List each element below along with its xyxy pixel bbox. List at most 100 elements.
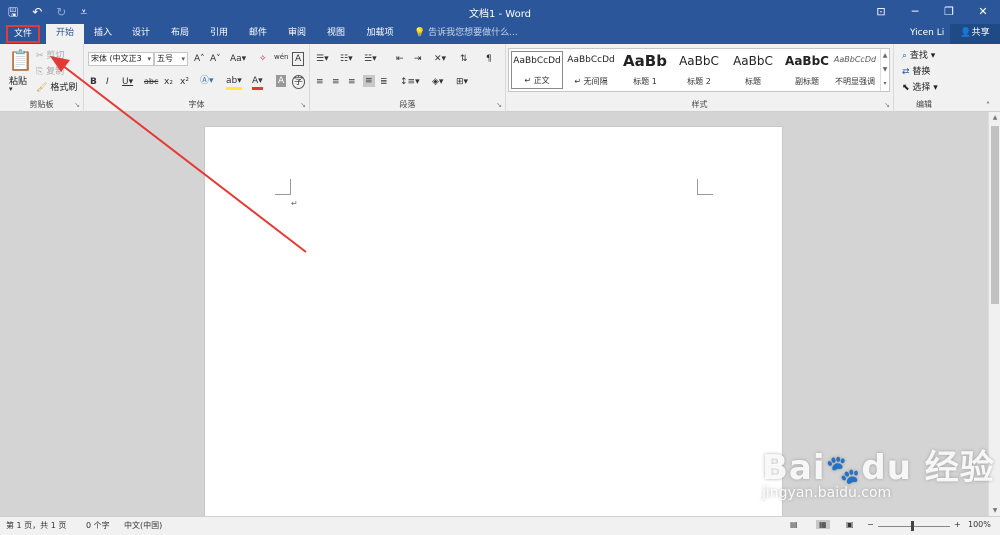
style-sample: AaBbC [679, 54, 719, 68]
read-mode-icon[interactable]: ▤ [790, 520, 798, 529]
underline-icon[interactable]: U▾ [122, 76, 133, 88]
chinese-layout-icon[interactable]: ✕▾ [434, 53, 446, 65]
styles-launcher-icon[interactable]: ↘ [884, 101, 890, 109]
tab-references[interactable]: 引用 [204, 24, 234, 44]
tell-me-box[interactable]: 💡 告诉我您想要做什么... [414, 24, 518, 44]
select-button[interactable]: ⬉ 选择 ▾ [902, 80, 938, 93]
paste-dropdown-icon[interactable]: ▾ [9, 85, 13, 93]
bullets-icon[interactable]: ☰▾ [316, 53, 329, 65]
align-center-icon[interactable]: ≡ [332, 76, 340, 88]
word-count[interactable]: 0 个字 [86, 520, 110, 531]
zoom-in-icon[interactable]: + [954, 520, 961, 529]
web-layout-icon[interactable]: ▣ [846, 520, 854, 529]
baidu-logo: Bai🐾du 经验 [762, 448, 995, 488]
enclose-char-icon[interactable]: 字 [292, 75, 305, 89]
zoom-slider[interactable] [878, 526, 950, 527]
tab-insert[interactable]: 插入 [88, 24, 118, 44]
numbering-icon[interactable]: ☷▾ [340, 53, 353, 65]
collapse-ribbon-icon[interactable]: ˄ [986, 100, 990, 112]
borders-icon[interactable]: ⊞▾ [456, 76, 468, 88]
char-shading-icon[interactable]: A [276, 75, 287, 87]
char-border-icon[interactable]: A [292, 52, 305, 66]
copy-button[interactable]: ⎘ 复制 [36, 64, 64, 77]
zoom-thumb[interactable] [911, 521, 914, 531]
share-button[interactable]: 👤共享 [950, 24, 1000, 44]
styles-more-icon[interactable]: ▾ [881, 77, 889, 91]
shrink-font-icon[interactable]: A˅ [210, 53, 221, 65]
cursor-icon: ⬉ [902, 83, 910, 93]
highlight-icon[interactable]: ab▾ [226, 75, 242, 90]
font-color-icon[interactable]: A▾ [252, 75, 263, 90]
font-size-combo[interactable]: 五号 ▾ [154, 52, 188, 66]
justify-icon[interactable]: ≡ [363, 75, 375, 87]
replace-button[interactable]: ⇄ 替换 [902, 64, 930, 77]
increase-indent-icon[interactable]: ⇥ [414, 53, 422, 65]
sort-icon[interactable]: ⇅ [460, 53, 468, 65]
styles-down-icon[interactable]: ▼ [881, 63, 889, 77]
scroll-up-icon[interactable]: ▲ [989, 114, 1000, 121]
status-bar: 第 1 页，共 1 页 0 个字 中文(中国) ▤ ▦ ▣ − + 100% [0, 516, 1000, 535]
distributed-icon[interactable]: ≣ [380, 76, 388, 88]
change-case-icon[interactable]: Aa▾ [230, 53, 246, 65]
decrease-indent-icon[interactable]: ⇤ [396, 53, 404, 65]
text-effects-icon[interactable]: Ⓐ▾ [200, 75, 214, 87]
multilevel-list-icon[interactable]: ☱▾ [364, 53, 377, 65]
strikethrough-icon[interactable]: abc [144, 76, 158, 88]
font-size-dropdown-icon: ▾ [181, 55, 185, 63]
tab-design[interactable]: 设计 [126, 24, 156, 44]
clipboard-launcher-icon[interactable]: ↘ [74, 101, 80, 109]
page-count[interactable]: 第 1 页，共 1 页 [6, 520, 66, 531]
print-layout-icon[interactable]: ▦ [816, 520, 830, 529]
zoom-level[interactable]: 100% [968, 520, 991, 529]
bold-icon[interactable]: B [90, 76, 97, 88]
scroll-thumb[interactable] [991, 126, 999, 304]
phonetic-guide-icon[interactable]: wén [274, 51, 288, 63]
tab-view[interactable]: 视图 [321, 24, 351, 44]
close-button[interactable]: ✕ [966, 0, 1000, 24]
style-no-spacing[interactable]: AaBbCcDd ↵ 无间隔 [565, 51, 617, 89]
align-right-icon[interactable]: ≡ [348, 76, 356, 88]
paste-icon[interactable]: 📋 [8, 48, 33, 72]
minimize-button[interactable]: ─ [898, 0, 932, 24]
show-marks-icon[interactable]: ¶ [486, 53, 492, 65]
style-sample: AaBbCcDd [513, 56, 561, 66]
style-subtle-emphasis[interactable]: AaBbCcDd 不明显强调 [829, 51, 881, 89]
scroll-down-icon[interactable]: ▼ [989, 507, 1000, 514]
grow-font-icon[interactable]: A˄ [194, 53, 205, 65]
language[interactable]: 中文(中国) [124, 520, 162, 531]
user-name[interactable]: Yicen Li [910, 24, 944, 43]
style-normal[interactable]: AaBbCcDd ↵ 正文 [511, 51, 563, 89]
tab-mailings[interactable]: 邮件 [243, 24, 273, 44]
style-heading-1[interactable]: AaBb 标题 1 [619, 51, 671, 89]
style-subtitle[interactable]: AaBbC 副标题 [781, 51, 833, 89]
tab-file[interactable]: 文件 [6, 25, 40, 43]
tab-review[interactable]: 审阅 [282, 24, 312, 44]
line-spacing-icon[interactable]: ↕≡▾ [400, 76, 420, 88]
tab-layout[interactable]: 布局 [165, 24, 195, 44]
tab-home[interactable]: 开始 [46, 24, 84, 44]
brush-icon: 🖌 [36, 83, 48, 93]
styles-up-icon[interactable]: ▲ [881, 49, 889, 63]
clear-format-icon[interactable]: ✧ [259, 53, 267, 65]
find-label: 查找 [909, 51, 928, 61]
align-left-icon[interactable]: ≡ [316, 76, 324, 88]
italic-icon[interactable]: I [106, 76, 109, 88]
zoom-out-icon[interactable]: − [867, 520, 874, 529]
font-launcher-icon[interactable]: ↘ [300, 101, 306, 109]
editing-group: ⌕ 查找 ▾ ⇄ 替换 ⬉ 选择 ▾ 编辑 [894, 44, 954, 112]
style-title[interactable]: AaBbC 标题 [727, 51, 779, 89]
paragraph-launcher-icon[interactable]: ↘ [496, 101, 502, 109]
shading-icon[interactable]: ◈▾ [432, 76, 443, 88]
subscript-icon[interactable]: x₂ [164, 76, 173, 88]
document-page[interactable]: ↵ [204, 126, 783, 520]
style-heading-2[interactable]: AaBbC 标题 2 [673, 51, 725, 89]
styles-scroll[interactable]: ▲ ▼ ▾ [880, 49, 889, 91]
find-button[interactable]: ⌕ 查找 ▾ [902, 48, 935, 61]
restore-button[interactable]: ❐ [932, 0, 966, 24]
ribbon-display-icon[interactable]: ⊡ [864, 0, 898, 24]
font-name-combo[interactable]: 宋体 (中文正3 ▾ [88, 52, 154, 66]
format-painter-button[interactable]: 🖌 格式刷 [36, 80, 77, 93]
superscript-icon[interactable]: x² [180, 76, 189, 88]
tab-addins[interactable]: 加载项 [362, 24, 398, 44]
cut-button[interactable]: ✂ 剪切 [36, 48, 64, 61]
